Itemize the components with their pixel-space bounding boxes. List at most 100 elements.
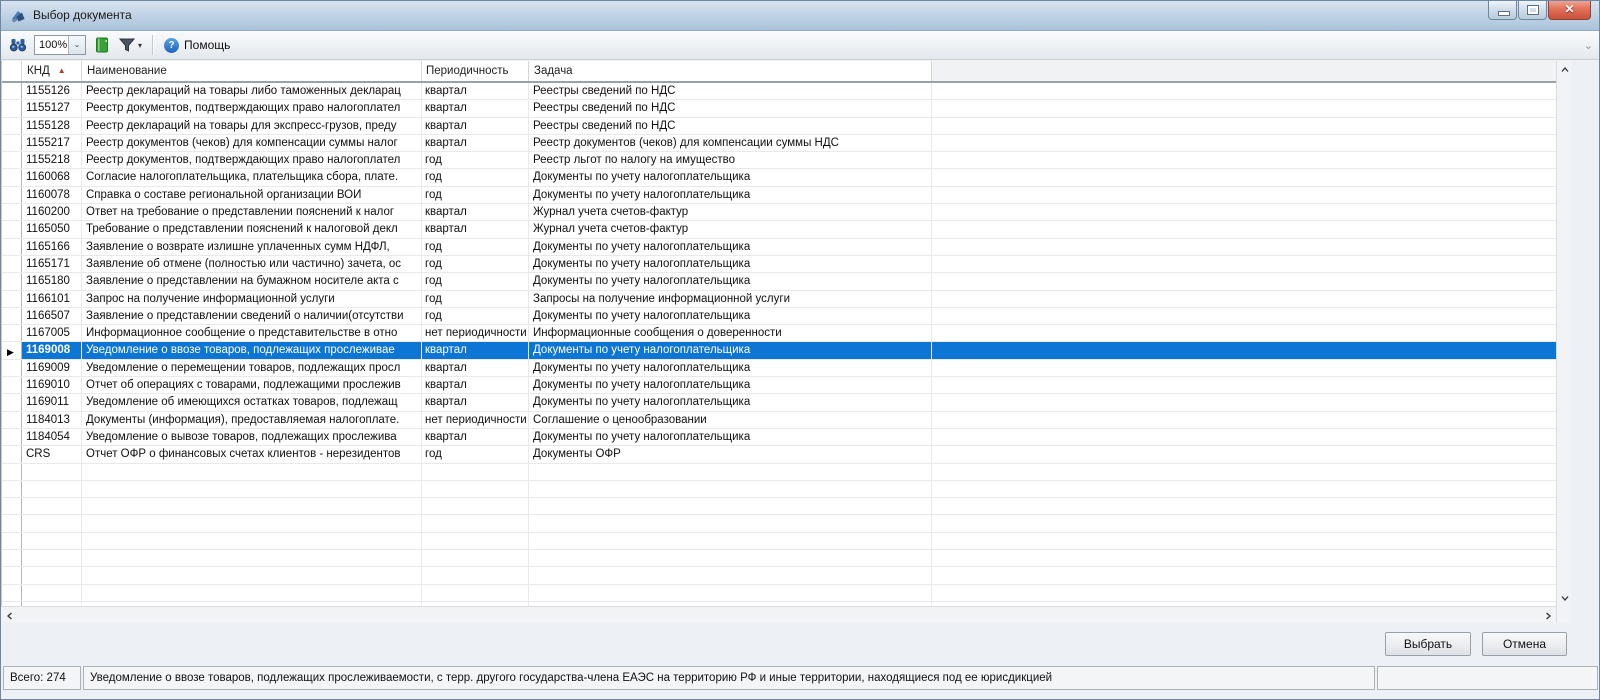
table-row[interactable]: 1155218 Реестр документов, подтверждающих… [2, 152, 1556, 170]
scroll-left-icon[interactable] [2, 608, 17, 623]
minimize-button[interactable] [1488, 1, 1517, 20]
table-row[interactable]: 1184054 Уведомление о вывозе товаров, под… [2, 428, 1556, 447]
table-row[interactable]: ▶ 1169008 Уведомление о ввозе товаров, под… [2, 342, 1556, 360]
row-selector-cell [2, 221, 22, 238]
cell-name: Ответ на требование о представлении пояс… [82, 204, 422, 221]
empty-row [2, 498, 1556, 516]
cell-knd: 1166101 [22, 290, 82, 307]
toolbar: 100% ⌄ ▾ ? Помощь ⌄ [1, 31, 1599, 60]
cell-name: Реестр деклараций на товары либо таможен… [82, 83, 422, 100]
scroll-down-icon[interactable] [1557, 590, 1572, 605]
table-row[interactable]: 1155126 Реестр деклараций на товары либо … [2, 83, 1556, 101]
cell-task: Документы по учету налогоплательщика [529, 428, 932, 446]
maximize-button[interactable] [1518, 1, 1547, 20]
filter-dropdown-arrow: ▾ [138, 40, 143, 50]
cell-period: квартал [422, 100, 529, 117]
row-selector-cell [2, 134, 22, 152]
header-row-selector [2, 61, 22, 81]
cell-knd: 1155217 [22, 134, 82, 152]
row-selector-cell [2, 152, 22, 169]
row-selector-cell [2, 273, 22, 290]
help-button[interactable]: ? Помощь [164, 37, 231, 53]
cell-name: Реестр деклараций на товары для экспресс… [82, 117, 422, 134]
table-row[interactable]: 1160078 Справка о составе региональной ор… [2, 186, 1556, 205]
cell-filler [932, 498, 1556, 514]
vertical-scrollbar[interactable] [1556, 61, 1571, 623]
table-row[interactable]: 1167005 Информационное сообщение о предст… [2, 325, 1556, 343]
cell-period: квартал [422, 204, 529, 221]
title-bar: Выбор документа ✕ [1, 1, 1599, 31]
row-selector-cell [2, 307, 22, 325]
table-row[interactable]: 1169010 Отчет об операциях с товарами, по… [2, 377, 1556, 395]
scroll-right-icon[interactable] [1540, 608, 1555, 623]
cell-knd [22, 498, 82, 515]
window-controls: ✕ [1488, 1, 1591, 20]
table-row[interactable]: 1155217 Реестр документов (чеков) для ком… [2, 134, 1556, 153]
grid-body: 1155126 Реестр деклараций на товары либо … [2, 83, 1556, 606]
cell-name: Уведомление о ввозе товаров, подлежащих … [82, 342, 422, 359]
cell-knd: 1160068 [22, 169, 82, 186]
cell-name: Справка о составе региональной организац… [82, 186, 422, 204]
column-header-knd[interactable]: КНД ▲ [22, 61, 82, 81]
row-marker-icon: ▶ [7, 347, 14, 358]
cell-filler [932, 394, 1556, 410]
cell-filler [932, 187, 1556, 203]
cell-task: Реестры сведений по НДС [529, 117, 932, 134]
row-selector-cell [2, 515, 22, 532]
table-row[interactable]: 1160200 Ответ на требование о представлен… [2, 204, 1556, 222]
page-title: Выбор документа [33, 8, 132, 22]
table-row[interactable]: 1184013 Документы (информация), предостав… [2, 411, 1556, 429]
cell-filler [932, 100, 1556, 116]
cell-filler [932, 377, 1556, 393]
table-row[interactable]: 1166101 Запрос на получение информационно… [2, 290, 1556, 308]
zoom-dropdown-arrow[interactable]: ⌄ [68, 36, 85, 54]
column-header-period[interactable]: Периодичность [422, 61, 529, 81]
empty-row [2, 515, 1556, 533]
table-row[interactable]: 1165171 Заявление об отмене (полностью ил… [2, 255, 1556, 274]
cell-filler [932, 585, 1556, 601]
select-button[interactable]: Выбрать [1385, 632, 1471, 656]
cell-task: Документы по учету налогоплательщика [529, 255, 932, 273]
horizontal-scrollbar[interactable] [1, 606, 1556, 623]
cell-task [529, 584, 932, 601]
table-row[interactable]: CRS Отчет ОФР о финансовых счетах клиенто… [2, 446, 1556, 464]
table-row[interactable]: 1160068 Согласие налогоплательщика, плате… [2, 169, 1556, 187]
search-icon[interactable] [9, 36, 27, 54]
cell-filler [932, 221, 1556, 237]
toolbar-overflow-icon[interactable]: ⌄ [1584, 39, 1593, 52]
catalog-book-icon[interactable] [93, 36, 111, 54]
row-selector-cell [2, 100, 22, 117]
table-row[interactable]: 1169009 Уведомление о перемещении товаров… [2, 359, 1556, 378]
cell-task: Документы по учету налогоплательщика [529, 377, 932, 394]
row-selector-cell [2, 83, 22, 100]
table-row[interactable]: 1165050 Требование о представлении поясне… [2, 221, 1556, 239]
table-row[interactable]: 1165180 Заявление о представлении на бума… [2, 273, 1556, 291]
cell-period: год [422, 186, 529, 204]
table-row[interactable]: 1155128 Реестр деклараций на товары для э… [2, 117, 1556, 135]
row-selector-cell: ▶ [2, 342, 22, 359]
empty-row [2, 463, 1556, 481]
cell-task: Документы по учету налогоплательщика [529, 394, 932, 411]
table-row[interactable]: 1169011 Уведомление об имеющихся остатках… [2, 394, 1556, 412]
table-row[interactable]: 1165166 Заявление о возврате излишне упла… [2, 238, 1556, 256]
filter-control[interactable]: ▾ [118, 36, 142, 54]
cell-task: Документы по учету налогоплательщика [529, 273, 932, 290]
cell-task [529, 463, 932, 480]
close-button[interactable]: ✕ [1548, 1, 1591, 20]
row-selector-cell [2, 204, 22, 221]
cell-name [82, 532, 422, 550]
row-selector-cell [2, 550, 22, 567]
scroll-up-icon[interactable] [1557, 62, 1572, 77]
cancel-button[interactable]: Отмена [1482, 632, 1567, 656]
cell-knd [22, 532, 82, 550]
table-row[interactable]: 1166507 Заявление о представлении сведени… [2, 307, 1556, 326]
column-header-task[interactable]: Задача [529, 61, 932, 81]
cell-name [82, 550, 422, 567]
help-label: Помощь [184, 38, 231, 52]
zoom-combobox[interactable]: 100% ⌄ [34, 35, 86, 55]
column-header-name[interactable]: Наименование [82, 61, 422, 81]
empty-row [2, 550, 1556, 568]
cell-task: Документы по учету налогоплательщика [529, 238, 932, 255]
table-row[interactable]: 1155127 Реестр документов, подтверждающих… [2, 100, 1556, 118]
column-header-filler [932, 61, 1556, 81]
